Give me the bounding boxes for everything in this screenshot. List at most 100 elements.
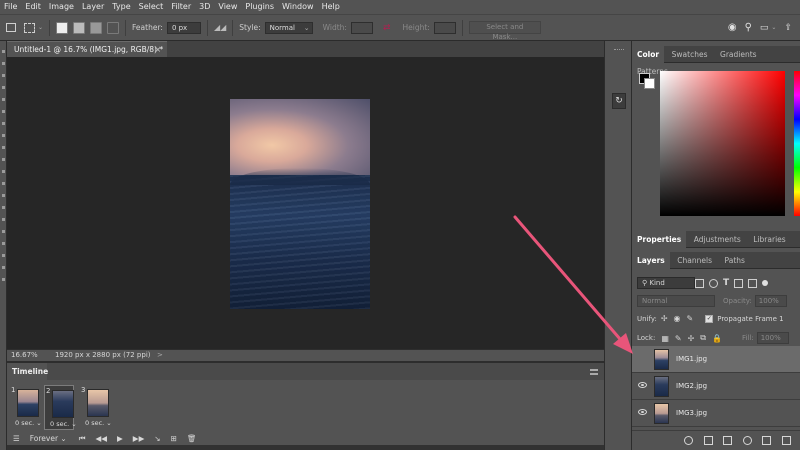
- add-mask-icon[interactable]: [723, 436, 733, 445]
- tool-icon[interactable]: [2, 98, 5, 101]
- unify-position-icon[interactable]: ✢: [661, 314, 668, 323]
- tool-icon[interactable]: [2, 278, 5, 281]
- new-layer-icon[interactable]: [781, 436, 791, 445]
- zoom-level[interactable]: 16.67%: [11, 351, 38, 359]
- background-color-swatch[interactable]: [644, 78, 655, 89]
- hue-slider[interactable]: [794, 71, 800, 216]
- first-frame-icon[interactable]: ⏮: [79, 434, 86, 444]
- filter-toggle-icon[interactable]: [762, 280, 769, 286]
- tool-icon[interactable]: [2, 170, 5, 173]
- unify-visibility-icon[interactable]: ◉: [674, 314, 681, 323]
- tool-icon[interactable]: [2, 110, 5, 113]
- adjustment-layer-icon[interactable]: [742, 436, 752, 445]
- timeline-frame-3[interactable]: 3 0 sec. ⌄: [80, 385, 112, 430]
- tool-icon[interactable]: [2, 254, 5, 257]
- dock-grip[interactable]: [614, 49, 624, 51]
- subtract-selection-icon[interactable]: [90, 21, 103, 34]
- tool-icon[interactable]: [2, 146, 5, 149]
- next-frame-icon[interactable]: ▶▶: [133, 434, 145, 443]
- tool-icon[interactable]: [2, 242, 5, 245]
- adjustment-filter-icon[interactable]: [709, 278, 718, 288]
- frame-delay[interactable]: 0 sec. ⌄: [85, 419, 112, 427]
- lock-position-icon[interactable]: ✢: [688, 334, 695, 343]
- layer-name[interactable]: IMG1.jpg: [676, 355, 707, 363]
- anti-alias-icon[interactable]: ◢◢: [214, 23, 226, 32]
- layer-name[interactable]: IMG3.jpg: [676, 409, 707, 417]
- select-and-mask-button[interactable]: Select and Mask...: [468, 21, 541, 41]
- tab-color[interactable]: Color: [632, 46, 665, 63]
- layer-style-icon[interactable]: [703, 436, 713, 445]
- menu-help[interactable]: Help: [318, 0, 344, 14]
- menu-view[interactable]: View: [214, 0, 241, 14]
- height-input[interactable]: [433, 21, 456, 34]
- tool-icon[interactable]: [2, 206, 5, 209]
- menu-filter[interactable]: Filter: [167, 0, 195, 14]
- menu-plugins[interactable]: Plugins: [241, 0, 278, 14]
- tab-gradients[interactable]: Gradients: [715, 46, 762, 63]
- smart-object-filter-icon[interactable]: [748, 278, 758, 288]
- convert-timeline-icon[interactable]: ☰: [13, 434, 20, 443]
- timeline-frame-2[interactable]: 2 0 sec. ⌄: [44, 385, 77, 430]
- chevron-down-icon[interactable]: ⌄: [38, 24, 43, 31]
- propagate-frame-checkbox[interactable]: ✓: [705, 314, 714, 323]
- workspace-icon[interactable]: ▭: [760, 23, 769, 33]
- blend-mode-select[interactable]: Normal: [637, 295, 715, 307]
- menu-edit[interactable]: Edit: [21, 0, 45, 14]
- chevron-down-icon[interactable]: ⌄: [771, 24, 776, 31]
- tool-icon[interactable]: [2, 230, 5, 233]
- eye-icon[interactable]: [638, 409, 647, 415]
- previous-frame-icon[interactable]: ◀◀: [95, 434, 107, 443]
- duplicate-frame-icon[interactable]: ⊞: [171, 434, 177, 443]
- loop-select[interactable]: Forever ⌄: [30, 434, 67, 443]
- tool-icon[interactable]: [2, 158, 5, 161]
- play-icon[interactable]: ▶: [117, 434, 123, 443]
- eye-icon[interactable]: [638, 382, 647, 388]
- lock-artboard-icon[interactable]: ⧉: [700, 333, 706, 343]
- lock-transparency-icon[interactable]: ▦: [661, 334, 669, 343]
- link-layers-icon[interactable]: [684, 436, 693, 445]
- tool-icon[interactable]: [2, 218, 5, 221]
- document-image[interactable]: [230, 99, 370, 309]
- panel-menu-icon[interactable]: [590, 369, 598, 375]
- tool-icon[interactable]: [2, 74, 5, 77]
- tab-layers[interactable]: Layers: [632, 252, 670, 269]
- tool-icon[interactable]: [2, 62, 5, 65]
- menu-file[interactable]: File: [0, 0, 21, 14]
- unify-style-icon[interactable]: ✎: [687, 314, 694, 323]
- user-icon[interactable]: ◉: [728, 22, 737, 33]
- tool-icon[interactable]: [2, 122, 5, 125]
- layer-row-img2[interactable]: IMG2.jpg: [632, 373, 800, 400]
- new-selection-icon[interactable]: [56, 21, 69, 34]
- layer-row-img1[interactable]: IMG1.jpg: [632, 346, 800, 373]
- home-icon[interactable]: [6, 23, 16, 32]
- tab-paths[interactable]: Paths: [720, 252, 750, 269]
- type-filter-icon[interactable]: T: [723, 278, 729, 288]
- menu-3d[interactable]: 3D: [195, 0, 214, 14]
- tab-swatches[interactable]: Swatches: [667, 46, 713, 63]
- layer-kind-filter[interactable]: ⚲ Kind: [637, 277, 695, 289]
- shape-filter-icon[interactable]: [734, 278, 744, 288]
- tab-channels[interactable]: Channels: [672, 252, 717, 269]
- color-picker-field[interactable]: [660, 71, 785, 216]
- tool-icon[interactable]: [2, 50, 5, 53]
- tab-adjustments[interactable]: Adjustments: [689, 231, 746, 248]
- menu-layer[interactable]: Layer: [78, 0, 108, 14]
- document-tab[interactable]: Untitled-1 @ 16.7% (IMG1.jpg, RGB/8) * ×: [7, 41, 167, 57]
- frame-delay[interactable]: 0 sec. ⌄: [50, 420, 77, 428]
- lock-all-icon[interactable]: 🔒: [712, 334, 722, 343]
- search-icon[interactable]: ⚲: [745, 22, 752, 33]
- tool-icon[interactable]: [2, 194, 5, 197]
- marquee-tool-icon[interactable]: [24, 22, 35, 33]
- menu-window[interactable]: Window: [278, 0, 318, 14]
- frame-delay[interactable]: 0 sec. ⌄: [15, 419, 42, 427]
- style-select[interactable]: Normal ⌄: [264, 21, 313, 34]
- tool-icon[interactable]: [2, 182, 5, 185]
- menu-select[interactable]: Select: [135, 0, 168, 14]
- tab-libraries[interactable]: Libraries: [748, 231, 790, 248]
- tool-icon[interactable]: [2, 86, 5, 89]
- close-icon[interactable]: ×: [155, 42, 161, 57]
- lock-pixels-icon[interactable]: ✎: [675, 334, 682, 343]
- opacity-input[interactable]: 100%: [754, 295, 787, 307]
- status-menu-arrow[interactable]: >: [157, 351, 163, 359]
- tab-properties[interactable]: Properties: [632, 231, 687, 248]
